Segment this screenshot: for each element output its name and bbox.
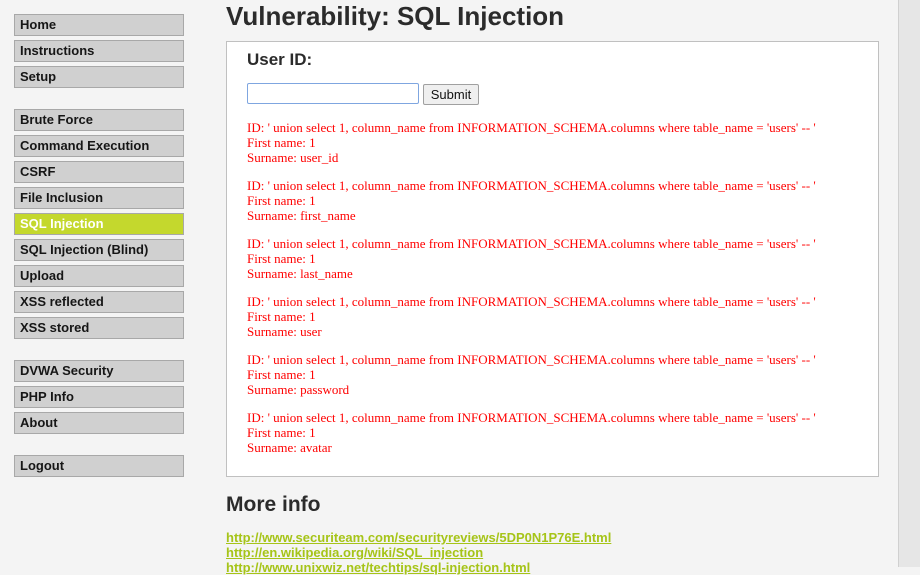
result-first-name: First name: 1 [247, 251, 316, 266]
result-item: ID: ' union select 1, column_name from I… [247, 410, 867, 455]
menu-item-xss-reflected[interactable]: XSS reflected [14, 291, 184, 313]
menu-group-config: DVWA Security PHP Info About [14, 360, 184, 438]
query-results: ID: ' union select 1, column_name from I… [247, 120, 867, 468]
vertical-scrollbar[interactable] [898, 0, 920, 567]
result-id: ID: ' union select 1, column_name from I… [247, 352, 816, 367]
result-surname: Surname: password [247, 382, 350, 397]
link-wikipedia[interactable]: http://en.wikipedia.org/wiki/SQL_injecti… [226, 545, 611, 560]
vulnerable-code-area: User ID: Submit ID: ' union select 1, co… [226, 41, 879, 477]
page-title: Vulnerability: SQL Injection [226, 1, 565, 31]
menu-item-file-inclusion[interactable]: File Inclusion [14, 187, 184, 209]
user-id-input[interactable] [247, 83, 419, 104]
menu-item-sql-injection[interactable]: SQL Injection [14, 213, 184, 235]
menu-item-sql-injection-blind[interactable]: SQL Injection (Blind) [14, 239, 184, 261]
result-first-name: First name: 1 [247, 367, 316, 382]
user-id-label: User ID: [247, 50, 313, 69]
more-info-links: http://www.securiteam.com/securityreview… [226, 530, 611, 575]
menu-group-general: Home Instructions Setup [14, 14, 184, 92]
link-securiteam[interactable]: http://www.securiteam.com/securityreview… [226, 530, 611, 545]
menu-item-dvwa-security[interactable]: DVWA Security [14, 360, 184, 382]
menu-item-logout[interactable]: Logout [14, 455, 184, 477]
menu-item-about[interactable]: About [14, 412, 184, 434]
result-id: ID: ' union select 1, column_name from I… [247, 410, 816, 425]
result-id: ID: ' union select 1, column_name from I… [247, 294, 816, 309]
menu-item-command-execution[interactable]: Command Execution [14, 135, 184, 157]
menu-item-instructions[interactable]: Instructions [14, 40, 184, 62]
menu-item-home[interactable]: Home [14, 14, 184, 36]
link-unixwiz[interactable]: http://www.unixwiz.net/techtips/sql-inje… [226, 560, 611, 575]
result-item: ID: ' union select 1, column_name from I… [247, 352, 867, 397]
result-item: ID: ' union select 1, column_name from I… [247, 120, 867, 165]
menu-group-vulnerabilities: Brute Force Command Execution CSRF File … [14, 109, 184, 343]
menu-item-php-info[interactable]: PHP Info [14, 386, 184, 408]
menu-item-brute-force[interactable]: Brute Force [14, 109, 184, 131]
result-surname: Surname: user [247, 324, 322, 339]
menu-item-csrf[interactable]: CSRF [14, 161, 184, 183]
menu-group-logout: Logout [14, 455, 184, 481]
result-item: ID: ' union select 1, column_name from I… [247, 294, 867, 339]
result-surname: Surname: avatar [247, 440, 332, 455]
result-id: ID: ' union select 1, column_name from I… [247, 236, 816, 251]
result-id: ID: ' union select 1, column_name from I… [247, 120, 816, 135]
result-first-name: First name: 1 [247, 309, 316, 324]
result-item: ID: ' union select 1, column_name from I… [247, 178, 867, 223]
more-info-heading: More info [226, 493, 321, 516]
result-surname: Surname: first_name [247, 208, 356, 223]
submit-button[interactable]: Submit [423, 84, 479, 105]
result-first-name: First name: 1 [247, 135, 316, 150]
result-id: ID: ' union select 1, column_name from I… [247, 178, 816, 193]
result-first-name: First name: 1 [247, 425, 316, 440]
menu-item-upload[interactable]: Upload [14, 265, 184, 287]
result-surname: Surname: last_name [247, 266, 353, 281]
menu-item-xss-stored[interactable]: XSS stored [14, 317, 184, 339]
result-item: ID: ' union select 1, column_name from I… [247, 236, 867, 281]
menu-item-setup[interactable]: Setup [14, 66, 184, 88]
result-surname: Surname: user_id [247, 150, 339, 165]
result-first-name: First name: 1 [247, 193, 316, 208]
